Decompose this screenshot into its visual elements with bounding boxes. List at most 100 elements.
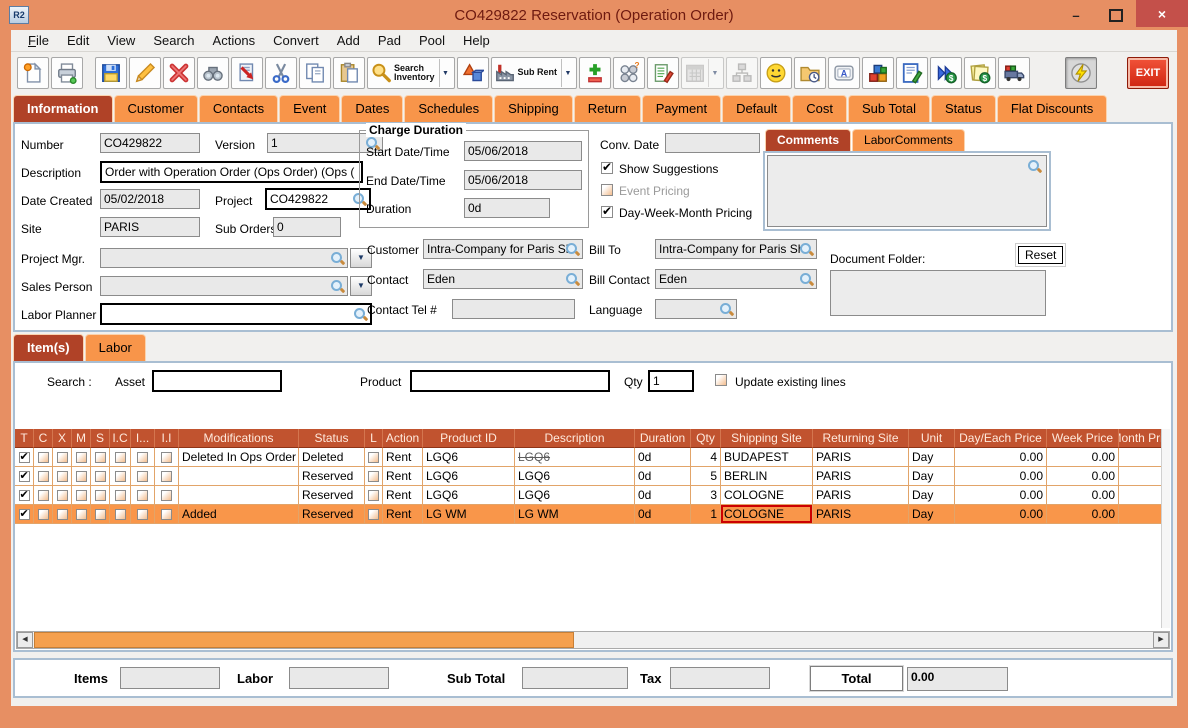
cell-m[interactable] <box>72 486 91 505</box>
asset-input[interactable] <box>152 370 282 392</box>
row-checkbox-ic[interactable] <box>115 452 126 463</box>
row-checkbox-l[interactable] <box>368 471 379 482</box>
site-field[interactable]: PARIS <box>100 217 200 237</box>
tab-comments[interactable]: Comments <box>765 129 851 151</box>
paste-button[interactable] <box>333 57 365 89</box>
smiley-button[interactable] <box>760 57 792 89</box>
tab-flat-discounts[interactable]: Flat Discounts <box>997 95 1107 122</box>
customer-lookup-icon[interactable] <box>565 242 580 257</box>
menu-pool[interactable]: Pool <box>410 31 454 50</box>
cut-button[interactable] <box>265 57 297 89</box>
cell-unit[interactable]: Day <box>909 505 955 524</box>
row-checkbox-l[interactable] <box>368 509 379 520</box>
end-date-field[interactable]: 05/06/2018 <box>464 170 582 190</box>
truck-button[interactable] <box>998 57 1030 89</box>
cell-s[interactable] <box>91 505 110 524</box>
cell-s[interactable] <box>91 448 110 467</box>
cell-t[interactable] <box>15 448 34 467</box>
notes-dollar-button[interactable]: $ <box>964 57 996 89</box>
bill-to-lookup-icon[interactable] <box>799 242 814 257</box>
tab-dates[interactable]: Dates <box>341 95 403 122</box>
column-header-c[interactable]: C <box>34 429 53 448</box>
cell-m[interactable] <box>72 448 91 467</box>
tab-cost[interactable]: Cost <box>792 95 847 122</box>
column-header-m[interactable]: M <box>72 429 91 448</box>
cell-week_price[interactable]: 0.00 <box>1047 448 1119 467</box>
column-header-t[interactable]: T <box>15 429 34 448</box>
row-checkbox-s[interactable] <box>95 490 106 501</box>
sales-person-lookup-icon[interactable] <box>330 279 345 294</box>
cell-description[interactable]: LGQ6 <box>515 486 635 505</box>
comments-textarea[interactable] <box>767 155 1047 227</box>
menu-edit[interactable]: Edit <box>58 31 98 50</box>
tab-schedules[interactable]: Schedules <box>404 95 493 122</box>
horizontal-scrollbar[interactable]: ◀ ▶ <box>16 631 1170 649</box>
row-checkbox-x[interactable] <box>57 452 68 463</box>
column-header-status[interactable]: Status <box>299 429 365 448</box>
contact-tel-field[interactable] <box>452 299 575 319</box>
description-field[interactable]: Order with Operation Order (Ops Order) (… <box>100 161 363 183</box>
cell-returning_site[interactable]: PARIS <box>813 505 909 524</box>
exit-button[interactable]: EXIT <box>1127 57 1169 89</box>
cell-t[interactable] <box>15 486 34 505</box>
qty-input[interactable]: 1 <box>648 370 694 392</box>
tab-status[interactable]: Status <box>931 95 996 122</box>
cell-s[interactable] <box>91 486 110 505</box>
menu-search[interactable]: Search <box>144 31 203 50</box>
notepad-edit-button[interactable] <box>647 57 679 89</box>
row-checkbox-t[interactable] <box>19 490 30 501</box>
sales-person-field[interactable] <box>100 276 348 296</box>
conv-date-field[interactable] <box>665 133 760 153</box>
cell-ii[interactable] <box>155 467 179 486</box>
tab-event[interactable]: Event <box>279 95 340 122</box>
row-checkbox-ii[interactable] <box>161 452 172 463</box>
cell-product_id[interactable]: LGQ6 <box>423 448 515 467</box>
menu-help[interactable]: Help <box>454 31 499 50</box>
row-checkbox-ii[interactable] <box>161 490 172 501</box>
row-checkbox-ic[interactable] <box>115 490 126 501</box>
tab-items[interactable]: Item(s) <box>13 334 84 361</box>
cell-m[interactable] <box>72 505 91 524</box>
table-row[interactable]: ReservedRentLGQ6LGQ60d3COLOGNEPARISDay0.… <box>15 486 1169 505</box>
bill-contact-lookup-icon[interactable] <box>799 272 814 287</box>
contacts-button[interactable]: ? <box>613 57 645 89</box>
cell-product_id[interactable]: LG WM <box>423 505 515 524</box>
cell-ic[interactable] <box>110 505 131 524</box>
export-document-button[interactable] <box>231 57 263 89</box>
bill-contact-field[interactable]: Eden <box>655 269 817 289</box>
cell-ii[interactable] <box>155 505 179 524</box>
cell-product_id[interactable]: LGQ6 <box>423 467 515 486</box>
row-checkbox-t[interactable] <box>19 509 30 520</box>
cell-returning_site[interactable]: PARIS <box>813 486 909 505</box>
row-checkbox-idots[interactable] <box>137 490 148 501</box>
close-button[interactable]: × <box>1136 0 1188 27</box>
row-checkbox-l[interactable] <box>368 452 379 463</box>
cell-modifications[interactable]: Added <box>179 505 299 524</box>
customer-field[interactable]: Intra-Company for Paris Sh <box>423 239 583 259</box>
document-folder-field[interactable] <box>830 270 1046 316</box>
row-checkbox-idots[interactable] <box>137 471 148 482</box>
scroll-left-button[interactable]: ◀ <box>17 632 33 648</box>
cell-day_price[interactable]: 0.00 <box>955 467 1047 486</box>
row-checkbox-ii[interactable] <box>161 509 172 520</box>
column-header-duration[interactable]: Duration <box>635 429 691 448</box>
cell-l[interactable] <box>365 467 383 486</box>
update-existing-lines-checkbox[interactable] <box>715 374 727 386</box>
cell-modifications[interactable] <box>179 467 299 486</box>
column-header-x[interactable]: X <box>53 429 72 448</box>
column-header-ii[interactable]: I.I <box>155 429 179 448</box>
cell-qty[interactable]: 3 <box>691 486 721 505</box>
labor-planner-lookup-icon[interactable] <box>353 307 368 322</box>
number-field[interactable]: CO429822 <box>100 133 200 153</box>
cell-action[interactable]: Rent <box>383 448 423 467</box>
column-header-returning_site[interactable]: Returning Site <box>813 429 909 448</box>
cell-idots[interactable] <box>131 486 155 505</box>
cell-m[interactable] <box>72 467 91 486</box>
bill-to-field[interactable]: Intra-Company for Paris Sh <box>655 239 817 259</box>
row-checkbox-x[interactable] <box>57 471 68 482</box>
project-mgr-lookup-icon[interactable] <box>330 251 345 266</box>
cell-ic[interactable] <box>110 486 131 505</box>
scroll-right-button[interactable]: ▶ <box>1153 632 1169 648</box>
cell-idots[interactable] <box>131 505 155 524</box>
table-row[interactable]: AddedReservedRentLG WMLG WM0d1COLOGNEPAR… <box>15 505 1169 524</box>
